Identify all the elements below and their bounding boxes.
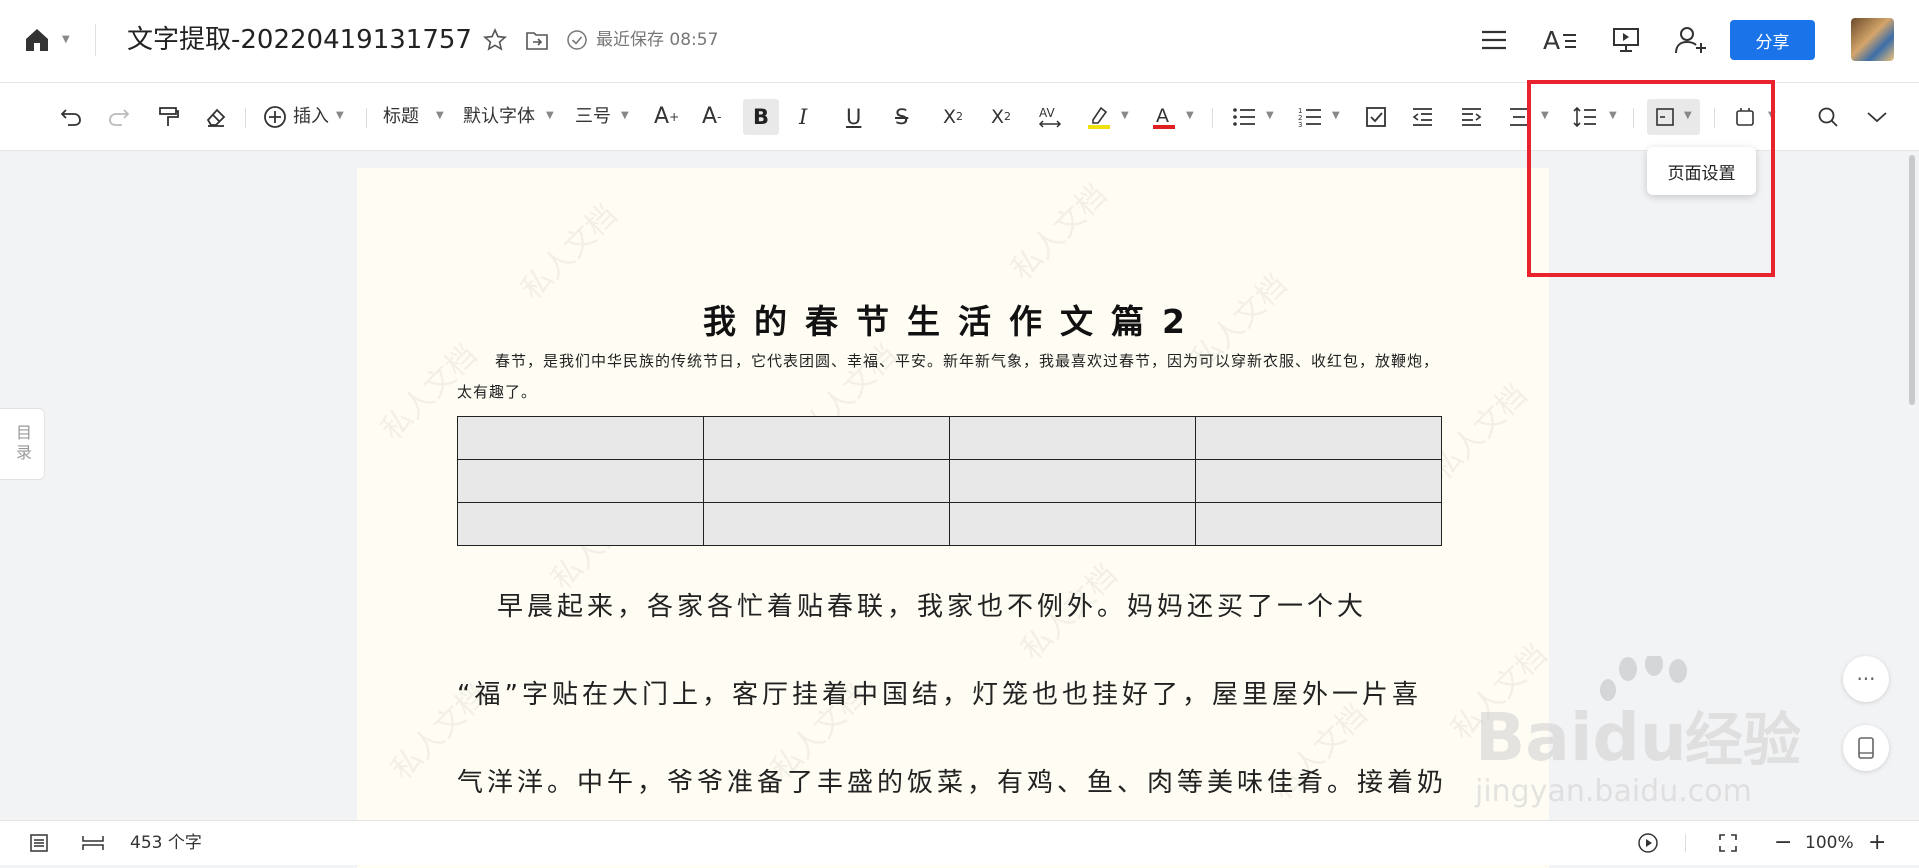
font-select[interactable]: 默认字体 [463,83,535,150]
star-icon[interactable] [481,26,509,54]
indent-icon[interactable] [1460,83,1482,150]
document-page[interactable]: 私人文档 私人文档 私人文档 私人文档 私人文档 私人文档 私人文档 私人文档 … [357,168,1549,868]
watermark: 私人文档 [514,197,625,308]
play-icon[interactable] [1637,832,1659,854]
subscript-icon[interactable]: X2 [943,83,963,150]
zoom-out-button[interactable]: − [1774,821,1792,865]
divider [366,108,367,128]
baidu-brand-text: Baidu [1475,699,1687,776]
saved-check-icon [565,28,589,52]
table-row [457,502,1442,546]
body-paragraph-line[interactable]: 早晨起来，各家各忙着贴春联，我家也不例外。妈妈还买了一个大 [497,585,1487,629]
collapse-toolbar-icon[interactable] [1866,83,1888,150]
undo-icon[interactable] [60,83,82,150]
table-cell[interactable] [1195,502,1442,546]
highlight-annotation-box [1527,80,1775,277]
char-spacing-icon[interactable]: AV [1037,83,1063,150]
body-paragraph-line[interactable]: 气洋洋。中午，爷爷准备了丰盛的饭菜，有鸡、鱼、肉等美味佳肴。接着奶 [457,761,1447,805]
table-cell[interactable] [1195,416,1442,460]
move-to-folder-icon[interactable] [523,26,551,54]
font-dropdown-icon[interactable]: ▼ [546,110,554,121]
menu-icon[interactable] [1478,24,1510,56]
style-select[interactable]: 标题 [383,83,419,150]
word-count: 453 个字 [130,833,202,853]
numbered-list-dropdown-icon[interactable]: ▼ [1332,110,1340,121]
insert-dropdown-icon[interactable]: ▼ [336,110,344,121]
table-row [457,416,1442,460]
highlight-dropdown-icon[interactable]: ▼ [1121,110,1129,121]
divider [1685,834,1686,852]
font-color-dropdown-icon[interactable]: ▼ [1186,110,1194,121]
font-size-select[interactable]: 三号 [575,83,611,150]
underline-icon[interactable]: U [846,83,861,150]
font-size-dropdown-icon[interactable]: ▼ [621,110,629,121]
insert-icon[interactable] [263,83,287,150]
table-cell[interactable] [949,459,1196,503]
divider [245,108,246,128]
doc-title[interactable]: 文字提取-20220419131757 [127,22,472,58]
text-format-icon[interactable]: A [1542,24,1578,56]
avatar[interactable] [1851,18,1894,61]
bold-button[interactable]: B [743,99,779,135]
strikethrough-icon[interactable]: S [895,83,908,150]
format-painter-icon[interactable] [157,83,179,150]
document-table[interactable] [457,416,1442,546]
document-heading[interactable]: 我的春节生活作文篇2 [357,295,1549,343]
body-paragraph-line[interactable]: “福”字贴在大门上，客厅挂着中国结，灯笼也也挂好了，屋里屋外一片喜 [457,673,1447,717]
increase-font-icon[interactable]: A + [654,83,679,150]
bullet-list-dropdown-icon[interactable]: ▼ [1266,110,1274,121]
zoom-in-button[interactable]: + [1868,821,1886,865]
toc-toggle[interactable]: 目录 [0,408,45,480]
table-cell[interactable] [703,459,950,503]
font-color-icon[interactable]: A [1152,83,1176,150]
home-icon[interactable] [22,24,52,56]
numbered-list-icon[interactable]: 123 [1298,83,1322,150]
bold-icon: B [752,105,769,129]
page-view-icon[interactable] [81,832,105,854]
table-cell[interactable] [703,416,950,460]
italic-icon[interactable]: I [799,83,807,150]
insert-button[interactable]: 插入 [293,83,329,150]
table-cell[interactable] [949,416,1196,460]
highlight-color-icon[interactable] [1087,83,1111,150]
table-cell[interactable] [457,502,704,546]
outline-icon[interactable] [28,832,50,854]
divider [95,24,96,56]
search-icon[interactable] [1817,83,1839,150]
svg-text:3: 3 [1298,121,1302,128]
divider [1212,108,1213,128]
table-cell[interactable] [1195,459,1442,503]
zoom-level[interactable]: 100% [1805,821,1854,865]
intro-paragraph[interactable]: 春节，是我们中华民族的传统节日，它代表团圆、幸福、平安。新年新气象，我最喜欢过春… [457,346,1445,408]
outdent-icon[interactable] [1411,83,1433,150]
top-bar: ▼ 文字提取-20220419131757 最近保存 08:57 A 分享 [0,0,1919,83]
decrease-font-icon[interactable]: A- [702,83,721,150]
baidu-url-text: jingyan.baidu.com [1474,774,1752,809]
bullet-list-icon[interactable] [1232,83,1256,150]
table-row [457,459,1442,503]
table-cell[interactable] [457,459,704,503]
style-dropdown-icon[interactable]: ▼ [436,110,444,121]
superscript-icon[interactable]: X2 [991,83,1011,150]
add-collaborator-icon[interactable] [1674,24,1708,56]
watermark: 私人文档 [1004,177,1115,288]
redo-icon[interactable] [108,83,130,150]
svg-text:A: A [1543,27,1560,53]
present-icon[interactable] [1610,24,1642,56]
vertical-scrollbar[interactable] [1909,155,1915,405]
baidu-cn-text: 经验 [1685,706,1801,774]
share-button[interactable]: 分享 [1730,20,1815,60]
table-cell[interactable] [949,502,1196,546]
task-list-icon[interactable] [1365,83,1387,150]
fullscreen-icon[interactable] [1717,832,1739,854]
baidu-jingyan-watermark: Baidu 经验 jingyan.baidu.com [1470,652,1900,816]
table-cell[interactable] [457,416,704,460]
status-bar: 453 个字 − 100% + [0,820,1919,865]
table-cell[interactable] [703,502,950,546]
save-status: 最近保存 08:57 [596,30,719,50]
svg-text:A: A [1156,105,1169,127]
svg-text:AV: AV [1039,106,1055,120]
eraser-icon[interactable] [205,83,227,150]
home-dropdown-icon[interactable]: ▼ [62,34,70,45]
